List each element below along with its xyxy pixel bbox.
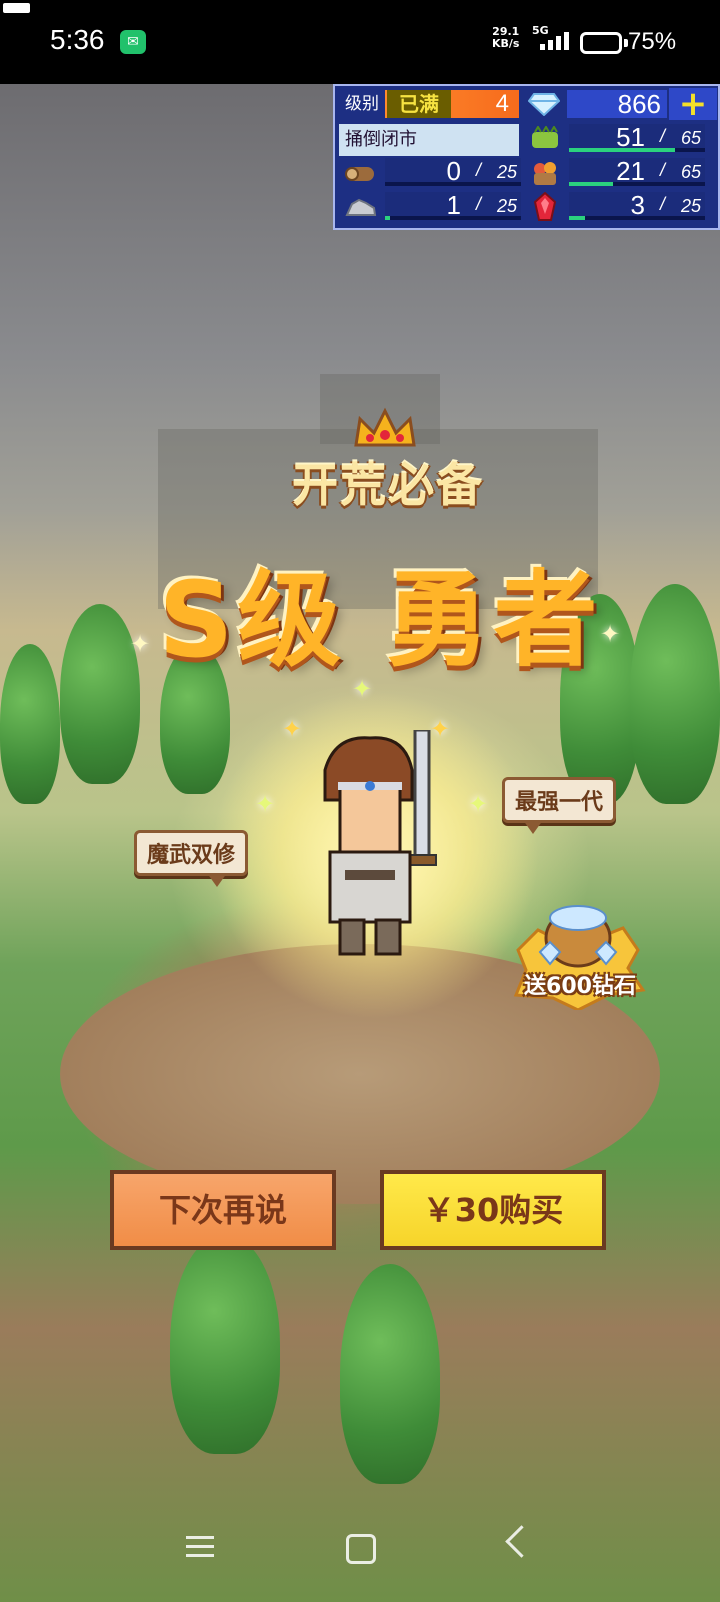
- level-value: 4: [495, 90, 509, 117]
- resource-max: 25: [496, 162, 517, 182]
- tree: [170, 1234, 280, 1454]
- battery-icon: [580, 32, 622, 54]
- battery-level: [3, 3, 30, 13]
- resource-progress: [569, 182, 705, 186]
- resource-max: 65: [680, 128, 701, 148]
- resource-value: 3 / 25: [569, 190, 705, 220]
- sparkle-icon: ✦: [255, 790, 276, 818]
- resource-progress: [569, 148, 705, 152]
- sparkle-icon: ✦: [600, 620, 621, 648]
- diamond-icon: [523, 89, 565, 119]
- resource-hud: 级别 已满 4 866 + 捅倒闭市 51 / 65 0 / 25 21 / 6…: [333, 84, 720, 230]
- promo-title: S级 勇者: [158, 559, 602, 681]
- resource-progress: [385, 216, 521, 220]
- clock: 5:36: [50, 24, 105, 55]
- wechat-notification-icon: ✉: [120, 30, 146, 54]
- cancel-button[interactable]: 下次再说: [110, 1170, 336, 1250]
- resource-separator: /: [659, 160, 665, 180]
- signal-strength-icon: [540, 32, 569, 50]
- tree: [0, 644, 60, 804]
- diamond-count: 866: [567, 90, 667, 118]
- system-nav-bar: [0, 1500, 720, 1602]
- promo-badge: 开荒必备: [273, 450, 503, 525]
- promo-badge-text: 开荒必备: [292, 458, 484, 512]
- resource-progress: [385, 182, 521, 186]
- recent-apps-icon[interactable]: [186, 1536, 214, 1563]
- battery-percent: 75%: [628, 28, 677, 55]
- sparkle-icon: ✦: [468, 790, 489, 818]
- resource-max: 25: [496, 196, 517, 216]
- red-gem-icon: [523, 190, 567, 224]
- resource-ore: 1 / 25: [339, 190, 521, 224]
- status-bar: 5:36 ✉ 29.1 KB/s 5G 75%: [0, 0, 720, 84]
- resource-grass: 51 / 65: [523, 122, 717, 156]
- wood-log-icon: [339, 156, 383, 190]
- resource-wood: 0 / 25: [339, 156, 521, 190]
- resource-progress: [569, 216, 705, 220]
- resource-progress-fill: [569, 148, 676, 152]
- resource-progress-fill: [569, 216, 586, 220]
- resource-value: 1 / 25: [385, 190, 521, 220]
- resource-food: 21 / 65: [523, 156, 717, 190]
- grass-icon: [523, 122, 567, 156]
- back-icon[interactable]: [505, 1525, 538, 1558]
- resource-progress-fill: [569, 182, 613, 186]
- network-speed: 29.1 KB/s: [492, 26, 519, 50]
- resource-separator: /: [659, 194, 665, 214]
- tree: [630, 584, 720, 804]
- tag-right: 最强一代: [502, 777, 617, 834]
- hero-sprite: [300, 728, 450, 960]
- resource-value: 0 / 25: [385, 156, 521, 186]
- resource-separator: /: [475, 194, 481, 214]
- home-icon[interactable]: [346, 1534, 376, 1564]
- sparkle-icon: ✦: [130, 630, 151, 658]
- level-status: 已满: [387, 90, 451, 118]
- ore-rock-icon: [339, 190, 383, 224]
- level-label: 级别: [339, 90, 385, 118]
- resource-separator: /: [659, 126, 665, 146]
- status-message: 捅倒闭市: [339, 124, 519, 156]
- resource-separator: /: [475, 160, 481, 180]
- buy-button[interactable]: ￥30购买: [380, 1170, 606, 1250]
- resource-value: 51 / 65: [569, 122, 705, 152]
- add-diamonds-button[interactable]: +: [669, 84, 717, 124]
- tree: [60, 604, 140, 784]
- sparkle-icon: ✦: [352, 675, 373, 703]
- food-basket-icon: [523, 156, 567, 190]
- network-speed-unit: KB/s: [492, 37, 520, 50]
- level-bar: 已满 4: [385, 90, 519, 118]
- tag-left: 魔武双修: [134, 830, 249, 887]
- resource-max: 65: [680, 162, 701, 182]
- diamond-gift-label: 送600钻石: [524, 974, 636, 999]
- resource-max: 25: [680, 196, 701, 216]
- crown-icon: [350, 405, 420, 455]
- resource-value: 21 / 65: [569, 156, 705, 186]
- diamond-gift-badge: 送600钻石: [498, 890, 658, 1012]
- resource-gem: 3 / 25: [523, 190, 717, 224]
- tree: [340, 1264, 440, 1484]
- resource-progress-fill: [385, 216, 391, 220]
